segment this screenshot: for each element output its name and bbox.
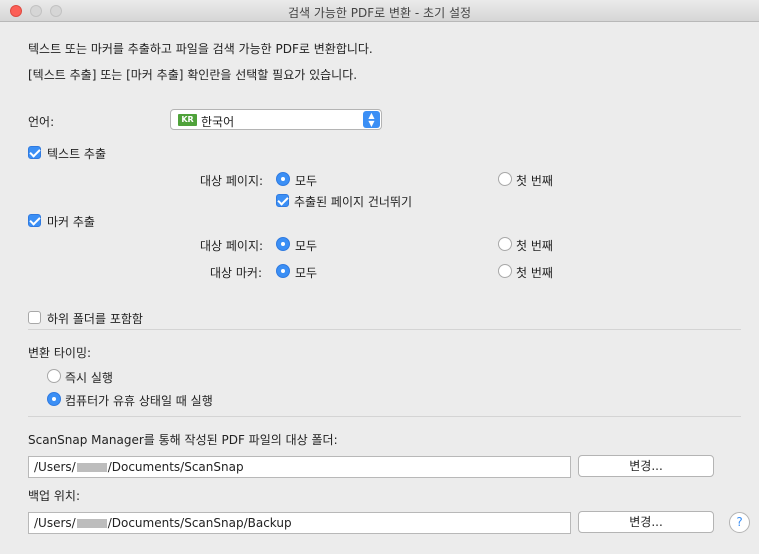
- marker-extract-label: 마커 추출: [47, 215, 95, 229]
- timing-label: 변환 타이밍:: [28, 346, 92, 360]
- settings-window: 검색 가능한 PDF로 변환 - 초기 설정 텍스트 또는 마커를 추출하고 파…: [0, 0, 759, 554]
- target-folder-label: ScanSnap Manager를 통해 작성된 PDF 파일의 대상 폴더:: [28, 433, 338, 447]
- target-path-suffix: /Documents/ScanSnap: [107, 460, 244, 474]
- title-bar: 검색 가능한 PDF로 변환 - 초기 설정: [0, 0, 759, 22]
- target-path-prefix: /Users/: [34, 460, 76, 474]
- text-target-pages-label: 대상 페이지:: [200, 174, 264, 188]
- backup-path-suffix: /Documents/ScanSnap/Backup: [107, 516, 292, 530]
- markers-all-label: 모두: [295, 266, 318, 280]
- marker-pages-first-radio[interactable]: [498, 237, 512, 251]
- markers-all-radio[interactable]: [276, 264, 290, 278]
- marker-pages-first-label: 첫 번째: [516, 239, 553, 253]
- include-subfolders-checkbox[interactable]: [28, 311, 41, 324]
- text-extract-label: 텍스트 추출: [47, 147, 107, 161]
- marker-pages-all-radio[interactable]: [276, 237, 290, 251]
- window-title: 검색 가능한 PDF로 변환 - 초기 설정: [287, 6, 472, 20]
- skip-extracted-label: 추출된 페이지 건너뛰기: [294, 195, 413, 209]
- redacted-username: [76, 463, 107, 472]
- backup-label: 백업 위치:: [28, 489, 81, 503]
- intro-line-2: [텍스트 추출] 또는 [마커 추출] 확인란을 선택할 필요가 있습니다.: [28, 68, 358, 82]
- text-pages-first-radio[interactable]: [498, 172, 512, 186]
- markers-first-label: 첫 번째: [516, 266, 553, 280]
- timing-now-radio[interactable]: [47, 369, 61, 383]
- language-select[interactable]: KR 한국어 ▲ ▼: [170, 109, 382, 130]
- marker-extract-checkbox[interactable]: [28, 214, 41, 227]
- text-extract-checkbox[interactable]: [28, 146, 41, 159]
- divider: [28, 416, 741, 417]
- backup-path-prefix: /Users/: [34, 516, 76, 530]
- change-target-folder-button[interactable]: 변경...: [578, 455, 714, 477]
- divider: [28, 329, 741, 330]
- timing-idle-radio[interactable]: [47, 392, 61, 406]
- marker-target-markers-label: 대상 마커:: [210, 266, 263, 280]
- change-backup-folder-button[interactable]: 변경...: [578, 511, 714, 533]
- text-pages-first-label: 첫 번째: [516, 174, 553, 188]
- intro-line-1: 텍스트 또는 마커를 추출하고 파일을 검색 가능한 PDF로 변환합니다.: [28, 42, 373, 56]
- target-folder-path-field[interactable]: /Users/ /Documents/ScanSnap: [28, 456, 571, 478]
- select-stepper-icon: ▲ ▼: [363, 111, 380, 128]
- marker-target-pages-label: 대상 페이지:: [200, 239, 264, 253]
- markers-first-radio[interactable]: [498, 264, 512, 278]
- text-pages-all-radio[interactable]: [276, 172, 290, 186]
- skip-extracted-checkbox[interactable]: [276, 194, 289, 207]
- help-button[interactable]: ?: [729, 512, 750, 533]
- redacted-username: [76, 519, 107, 528]
- timing-idle-label: 컴퓨터가 유휴 상태일 때 실행: [65, 394, 213, 408]
- backup-path-field[interactable]: /Users/ /Documents/ScanSnap/Backup: [28, 512, 571, 534]
- timing-now-label: 즉시 실행: [65, 371, 113, 385]
- include-subfolders-label: 하위 폴더를 포함함: [47, 312, 143, 326]
- language-selected: 한국어: [201, 115, 235, 129]
- text-pages-all-label: 모두: [295, 174, 318, 188]
- korea-flag-icon: KR: [178, 114, 197, 126]
- marker-pages-all-label: 모두: [295, 239, 318, 253]
- language-label: 언어:: [28, 115, 55, 129]
